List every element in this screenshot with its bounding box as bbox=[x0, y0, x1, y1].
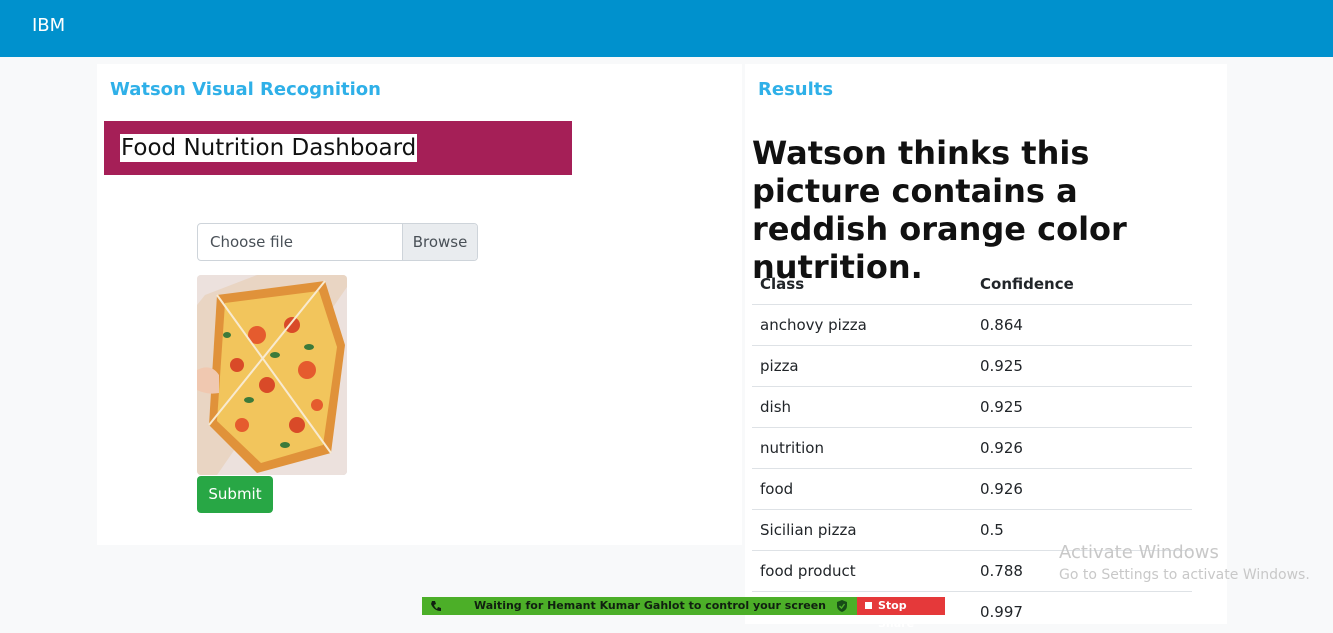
activate-windows-watermark: Activate Windows Go to Settings to activ… bbox=[1059, 542, 1310, 583]
phone-icon bbox=[431, 601, 441, 611]
table-row: pizza 0.925 bbox=[752, 345, 1192, 387]
table-row: dish 0.925 bbox=[752, 386, 1192, 428]
class-cell: anchovy pizza bbox=[752, 304, 972, 346]
shield-icon bbox=[837, 600, 847, 612]
pizza-photo bbox=[197, 275, 347, 475]
browse-button[interactable]: Browse bbox=[402, 224, 477, 260]
submit-button[interactable]: Submit bbox=[197, 476, 273, 513]
uploaded-pizza-image bbox=[197, 275, 347, 475]
column-header-class: Class bbox=[760, 275, 805, 293]
confidence-cell: 0.926 bbox=[972, 427, 1192, 469]
class-cell: nutrition bbox=[752, 427, 972, 469]
confidence-cell: 0.925 bbox=[972, 386, 1192, 428]
screen-share-bar: Waiting for Hemant Kumar Gahlot to contr… bbox=[422, 597, 945, 630]
class-cell: food bbox=[752, 468, 972, 510]
results-title: Results bbox=[758, 79, 834, 100]
dashboard-banner: Food Nutrition Dashboard bbox=[104, 121, 572, 175]
results-panel: Results Watson thinks this picture conta… bbox=[745, 64, 1227, 632]
stop-icon bbox=[865, 602, 872, 609]
confidence-cell: 0.926 bbox=[972, 468, 1192, 510]
column-header-confidence: Confidence bbox=[980, 275, 1074, 293]
stop-share-label: Stop Share bbox=[878, 599, 915, 630]
dashboard-title: Food Nutrition Dashboard bbox=[120, 134, 418, 162]
class-cell: pizza bbox=[752, 345, 972, 387]
panel-title: Watson Visual Recognition bbox=[110, 79, 381, 100]
class-cell: Sicilian pizza bbox=[752, 509, 972, 551]
table-row: nutrition 0.926 bbox=[752, 427, 1192, 469]
confidence-cell: 0.925 bbox=[972, 345, 1192, 387]
stop-share-button[interactable]: Stop Share bbox=[857, 597, 945, 630]
table-row: food 0.926 bbox=[752, 468, 1192, 510]
file-input-label: Choose file bbox=[210, 233, 293, 251]
table-header-row: Class Confidence bbox=[752, 264, 1192, 305]
class-cell: dish bbox=[752, 386, 972, 428]
file-input[interactable]: Choose file Browse bbox=[197, 223, 478, 261]
class-cell: food product bbox=[752, 550, 972, 592]
activate-windows-title: Activate Windows bbox=[1059, 542, 1219, 563]
top-navbar: IBM bbox=[0, 0, 1333, 57]
confidence-cell: 0.997 bbox=[972, 591, 1192, 632]
table-row: anchovy pizza 0.864 bbox=[752, 304, 1192, 346]
confidence-cell: 0.864 bbox=[972, 304, 1192, 346]
activate-windows-subtitle: Go to Settings to activate Windows. bbox=[1059, 567, 1310, 583]
screen-share-status: Waiting for Hemant Kumar Gahlot to contr… bbox=[474, 599, 827, 612]
brand-logo[interactable]: IBM bbox=[32, 15, 65, 36]
upload-panel: Watson Visual Recognition Food Nutrition… bbox=[97, 64, 742, 545]
